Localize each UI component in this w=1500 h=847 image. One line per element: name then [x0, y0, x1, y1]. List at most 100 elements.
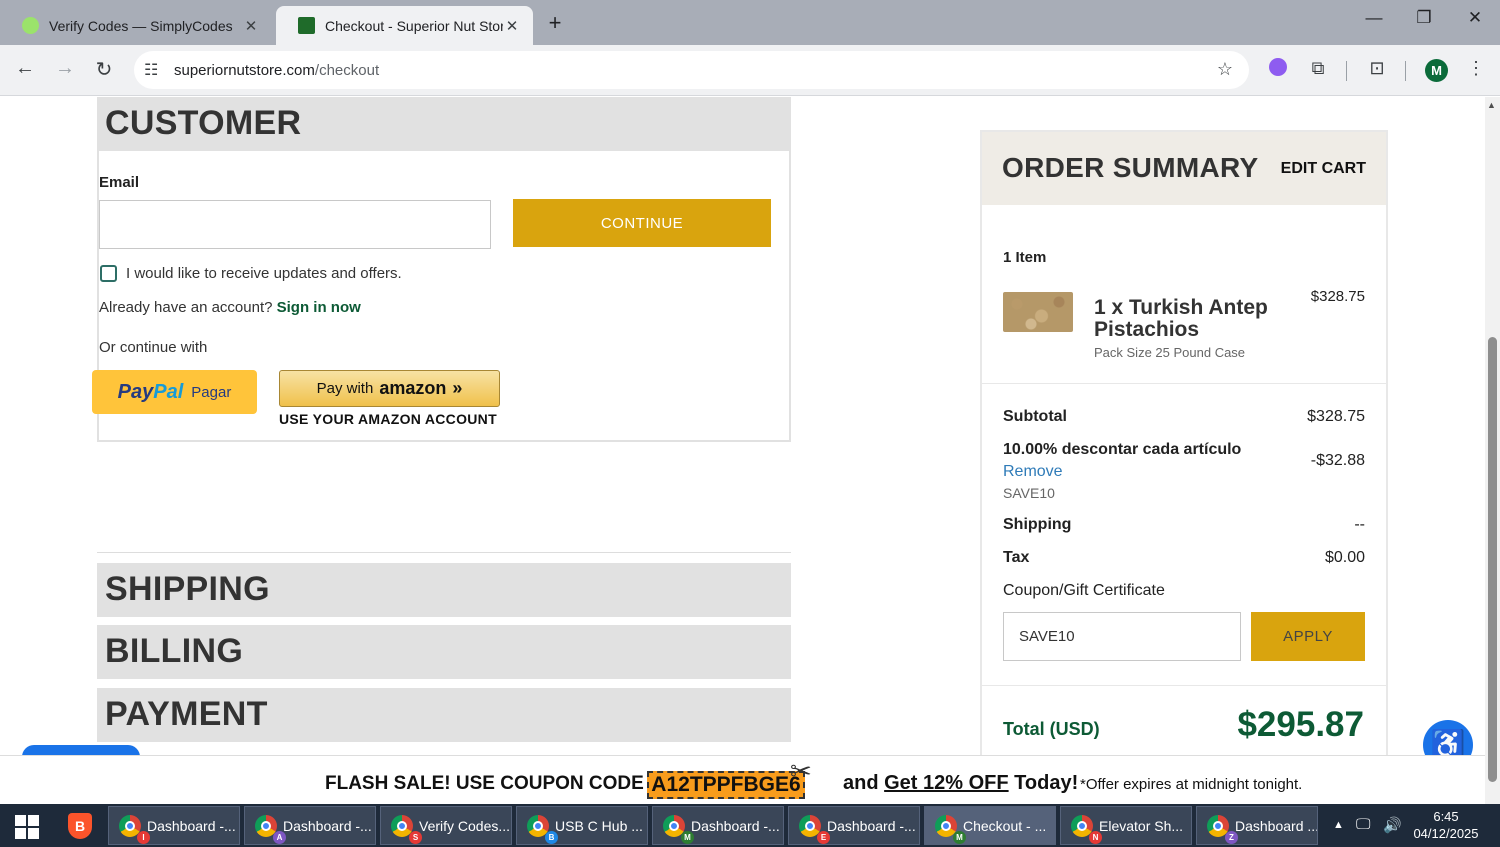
payment-heading[interactable]: PAYMENT	[97, 688, 791, 742]
url-host: superiornutstore.com	[174, 61, 315, 79]
email-field[interactable]	[99, 200, 491, 249]
windows-start-icon[interactable]	[15, 815, 39, 839]
tab-close-icon[interactable]: ✕	[503, 17, 521, 35]
browser-toolbar: ← → ↻ ☷ superiornutstore.com/checkout ☆ …	[0, 45, 1500, 96]
pistachio-product-image	[1003, 292, 1073, 332]
windows-taskbar: B I Dashboard -... A Dashboard -... S Verif…	[0, 804, 1500, 847]
back-icon[interactable]: ←	[12, 57, 38, 80]
taskbar-item-active[interactable]: M Checkout - ...	[924, 806, 1056, 845]
browser-tab-strip: Verify Codes — SimplyCodes ✕ Checkout - …	[0, 0, 1500, 45]
tab-close-icon[interactable]: ✕	[242, 17, 260, 35]
chat-widget-tab[interactable]	[22, 745, 140, 755]
flash-offer-highlight: Get 12% OFF	[884, 772, 1009, 794]
edit-cart-link[interactable]: EDIT CART	[1281, 160, 1366, 178]
taskbar-item[interactable]: N Elevator Sh...	[1060, 806, 1192, 845]
new-tab-icon[interactable]: +	[543, 10, 567, 36]
taskbar-item[interactable]: M Dashboard -...	[652, 806, 784, 845]
paypal-logo-pay: Pay	[117, 380, 154, 403]
flash-offer-text: and Get 12% OFF Today!	[843, 772, 1078, 795]
total-label: Total (USD)	[1003, 719, 1100, 739]
site-info-icon[interactable]: ☷	[144, 60, 158, 80]
taskbar-item-label: Dashboard -...	[691, 817, 780, 834]
nut-store-favicon-icon	[298, 17, 315, 34]
profile-badge: M	[953, 831, 966, 844]
simplycodes-favicon-icon	[22, 17, 39, 34]
order-summary: ORDER SUMMARY EDIT CART 1 Item 1 x Turki…	[980, 130, 1388, 755]
discount-value: -$32.88	[1310, 452, 1365, 469]
page-scrollbar[interactable]: ▲	[1485, 97, 1500, 804]
continue-button[interactable]: CONTINUE	[513, 199, 771, 247]
minimize-icon[interactable]: —	[1359, 8, 1389, 28]
reload-icon[interactable]: ↻	[91, 57, 117, 82]
subtotal-label: Subtotal	[1003, 408, 1067, 425]
order-summary-title: ORDER SUMMARY	[1002, 152, 1259, 183]
paypal-button[interactable]: Pay Pal Pagar	[92, 370, 257, 414]
checkout-page: CUSTOMER Email CONTINUE I would like to …	[0, 97, 1485, 755]
billing-heading[interactable]: BILLING	[97, 625, 791, 679]
taskbar-item-label: Dashboard -...	[147, 817, 236, 834]
scroll-thumb[interactable]	[1488, 337, 1497, 782]
account-prompt-text: Already have an account?	[99, 299, 273, 316]
taskbar-item[interactable]: B USB C Hub ...	[516, 806, 648, 845]
flash-coupon-code[interactable]: A12TPPFBGE6	[647, 771, 805, 799]
tax-label: Tax	[1003, 549, 1030, 566]
accessibility-icon[interactable]: ♿	[1423, 720, 1473, 755]
shipping-value: --	[1354, 516, 1365, 533]
tab-verify-codes[interactable]: Verify Codes — SimplyCodes ✕	[0, 6, 272, 45]
profile-avatar[interactable]: M	[1425, 59, 1448, 82]
url-path: /checkout	[314, 61, 380, 79]
taskbar-item-label: Elevator Sh...	[1099, 817, 1184, 834]
extensions-puzzle-icon[interactable]: ⧉	[1305, 58, 1331, 79]
scissors-icon: ✂	[790, 756, 812, 786]
forward-icon[interactable]: →	[52, 57, 78, 80]
taskbar-item-label: Dashboard ...	[1235, 817, 1318, 834]
taskbar-item[interactable]: E Dashboard -...	[788, 806, 920, 845]
flash-sale-lead: FLASH SALE! USE COUPON CODE	[325, 773, 644, 794]
shipping-heading[interactable]: SHIPPING	[97, 563, 791, 617]
discount-remove-link[interactable]: Remove	[1003, 463, 1063, 481]
scroll-up-icon[interactable]: ▲	[1487, 100, 1496, 110]
continue-with-label: Or continue with	[99, 339, 208, 356]
address-bar[interactable]: ☷ superiornutstore.com/checkout ☆	[134, 51, 1249, 89]
brave-browser-icon[interactable]: B	[68, 813, 92, 839]
apply-coupon-button[interactable]: APPLY	[1251, 612, 1365, 661]
tab-checkout[interactable]: Checkout - Superior Nut Store ✕	[276, 6, 533, 45]
taskbar-item-label: Verify Codes...	[419, 817, 511, 834]
taskbar-item[interactable]: Z Dashboard ...	[1196, 806, 1318, 845]
profile-badge: M	[681, 831, 694, 844]
flash-offer-tail: Today!	[1014, 772, 1079, 794]
restore-icon[interactable]: ❐	[1409, 8, 1439, 28]
amazon-note: USE YOUR AMAZON ACCOUNT	[279, 411, 497, 427]
tab-title: Checkout - Superior Nut Store	[325, 17, 503, 34]
sign-in-link[interactable]: Sign in now	[277, 299, 361, 316]
coupon-input[interactable]: SAVE10	[1003, 612, 1241, 661]
tab-search-icon[interactable]: ⊡	[1364, 58, 1390, 79]
system-clock[interactable]: 6:45 04/12/2025	[1413, 808, 1479, 842]
taskbar-item[interactable]: I Dashboard -...	[108, 806, 240, 845]
profile-badge: A	[273, 831, 286, 844]
volume-icon[interactable]: 🔊	[1383, 816, 1402, 834]
window-close-icon[interactable]: ✕	[1460, 8, 1490, 28]
order-summary-header: ORDER SUMMARY EDIT CART	[982, 132, 1386, 205]
amazon-pay-button[interactable]: Pay with amazon »	[279, 370, 500, 407]
taskbar-item-label: Checkout - ...	[963, 817, 1047, 834]
extension-purple-icon[interactable]	[1265, 58, 1291, 81]
bookmark-star-icon[interactable]: ☆	[1217, 59, 1233, 80]
paypal-suffix: Pagar	[191, 383, 232, 401]
clock-time: 6:45	[1433, 809, 1459, 824]
tax-value: $0.00	[1324, 549, 1365, 566]
chevron-double-right-icon: »	[452, 378, 463, 398]
tray-overflow-icon[interactable]: ▲	[1333, 819, 1344, 831]
taskbar-item[interactable]: A Dashboard -...	[244, 806, 376, 845]
email-label: Email	[99, 174, 140, 191]
profile-badge: I	[137, 831, 150, 844]
amazon-prefix: Pay with	[316, 380, 374, 397]
updates-checkbox[interactable]	[100, 265, 117, 282]
clock-date: 04/12/2025	[1413, 826, 1479, 841]
paypal-logo-pal: Pal	[153, 380, 184, 403]
taskbar-item[interactable]: S Verify Codes...	[380, 806, 512, 845]
flash-offer-mid: and	[843, 772, 879, 794]
network-icon[interactable]: 🖵	[1356, 816, 1370, 833]
menu-kebab-icon[interactable]: ⋮	[1463, 58, 1489, 79]
flash-sale-banner: FLASH SALE! USE COUPON CODE A12TPPFBGE6 …	[0, 755, 1485, 804]
